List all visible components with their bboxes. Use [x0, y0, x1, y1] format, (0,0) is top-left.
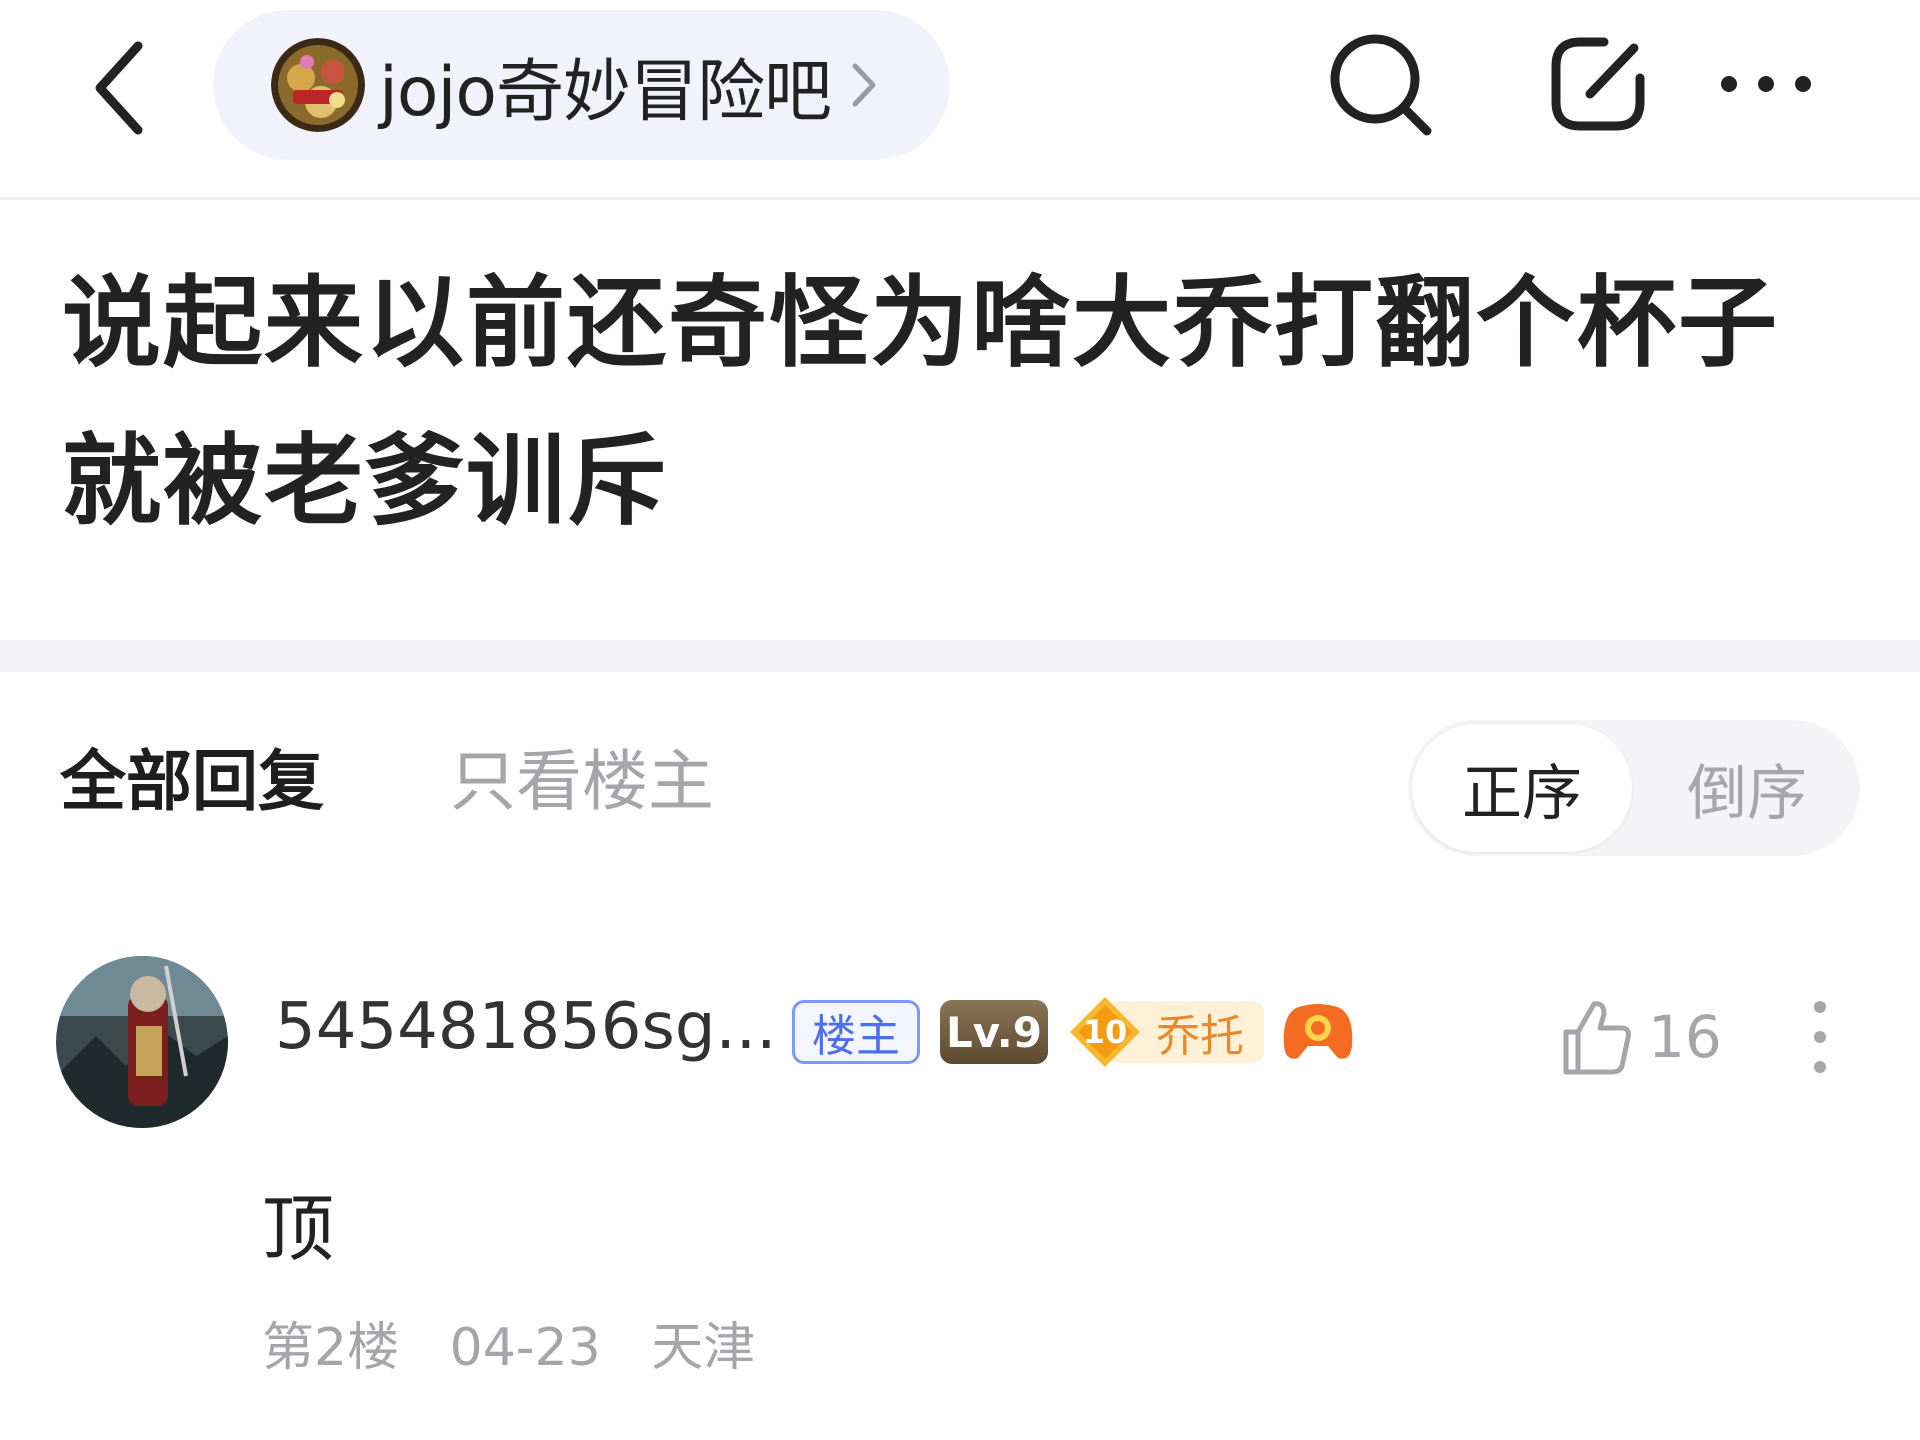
section-divider [0, 640, 1920, 672]
back-button[interactable] [80, 38, 160, 138]
reply-meta: 第2楼 04-23 天津 [262, 1305, 789, 1380]
reply-more-button[interactable] [1790, 992, 1850, 1082]
chevron-right-icon [849, 55, 889, 115]
sort-ascending-button[interactable]: 正序 [1412, 724, 1632, 852]
like-count: 16 [1648, 1003, 1722, 1071]
more-options-button[interactable] [1706, 24, 1826, 144]
tab-op-only[interactable]: 只看楼主 [450, 728, 714, 824]
username[interactable]: 545481856sg... [275, 990, 776, 1064]
title-badge-text: 乔托 [1156, 1011, 1244, 1062]
more-vertical-icon [1814, 1001, 1826, 1073]
game-controller-icon [1282, 1002, 1354, 1066]
forum-name: jojo奇妙冒险吧 [379, 52, 832, 132]
share-icon [1551, 37, 1645, 131]
more-horizontal-icon [1721, 76, 1811, 92]
diamond-badge-icon: 10 [1068, 995, 1142, 1069]
title-badge-number: 10 [1082, 1013, 1128, 1051]
back-chevron-icon [95, 41, 143, 135]
forum-entry-pill[interactable]: jojo奇妙冒险吧 [213, 10, 950, 160]
floor-number: 第2楼 [262, 1318, 400, 1378]
reply-date: 04-23 [449, 1318, 601, 1378]
forum-avatar [271, 38, 365, 132]
search-icon [1330, 34, 1432, 136]
top-navigation-bar: jojo奇妙冒险吧 [0, 0, 1920, 200]
search-button[interactable] [1320, 24, 1440, 144]
reply-content: 顶 [262, 1187, 335, 1271]
post-title: 说起来以前还奇怪为啥大乔打翻个杯子就被老爹训斥 [62, 266, 1779, 539]
like-button[interactable]: 16 [1560, 992, 1722, 1082]
thumbs-up-icon [1563, 1001, 1631, 1075]
avatar[interactable] [56, 956, 228, 1128]
level-badge: Lv.9 [940, 1000, 1048, 1064]
op-badge: 楼主 [792, 1000, 920, 1064]
title-badge: 10 乔托 [1068, 995, 1264, 1069]
sort-toggle: 正序 倒序 [1408, 720, 1860, 856]
reply-location: 天津 [651, 1318, 756, 1378]
share-button[interactable] [1538, 24, 1658, 144]
tab-all-replies[interactable]: 全部回复 [60, 728, 324, 824]
sort-descending-button[interactable]: 倒序 [1634, 720, 1860, 856]
